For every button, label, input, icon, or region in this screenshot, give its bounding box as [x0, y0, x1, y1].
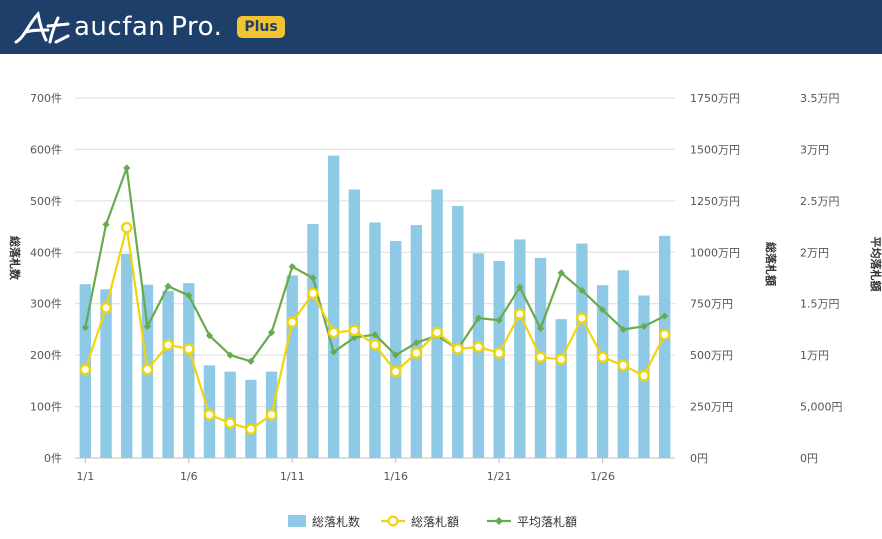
y-left-tick-label: 500件	[30, 195, 62, 208]
total-amount-point	[658, 328, 671, 341]
total-amount-point	[182, 343, 195, 355]
bar-total-count	[576, 243, 588, 458]
y-left-tick-label: 200件	[30, 349, 62, 362]
bar-total-count	[514, 239, 526, 458]
total-amount-point	[451, 343, 464, 355]
total-amount-point	[534, 351, 547, 364]
y-right1-tick-label: 1500万円	[690, 143, 740, 156]
total-amount-point	[286, 316, 299, 329]
legend-label: 総落札数	[312, 514, 360, 529]
y-right2-tick-label: 2.5万円	[800, 195, 840, 208]
bar-total-count	[431, 189, 443, 459]
bar-total-count	[658, 235, 671, 458]
avg-price-point	[102, 220, 110, 229]
y-right1-tick-label: 1250万円	[690, 195, 740, 208]
y-right1-tick-label: 500万円	[690, 349, 733, 362]
legend-swatch-marker	[387, 515, 399, 527]
total-amount-point	[120, 221, 133, 234]
legend-label: 総落札額	[411, 515, 459, 529]
total-amount-point	[245, 423, 257, 436]
total-amount-point	[224, 417, 236, 429]
y-right2-tick-label: 2万円	[800, 246, 829, 259]
x-tick-label: 1/6	[180, 470, 198, 483]
aucfan-logo-icon	[14, 10, 70, 44]
y-right1-tick-label: 1000万円	[690, 246, 740, 259]
y-right1-tick-label: 250万円	[690, 401, 733, 414]
x-tick-label: 1/21	[487, 470, 512, 483]
total-amount-point	[265, 408, 278, 421]
y-right2-tick-label: 1万円	[800, 349, 829, 362]
y-right2-axis-title: 平均落札額	[869, 237, 882, 292]
y-right1-axis-title: 総落札額	[764, 242, 778, 286]
y-right2-tick-label: 3万円	[800, 143, 829, 156]
total-amount-point	[638, 369, 650, 382]
total-amount-point	[389, 365, 402, 378]
total-amount-point	[162, 339, 174, 351]
total-amount-point	[327, 326, 340, 339]
legend-swatch-marker	[495, 517, 503, 525]
total-amount-point	[472, 341, 485, 353]
y-left-tick-label: 0件	[44, 452, 62, 465]
y-left-tick-label: 300件	[30, 298, 62, 311]
y-left-tick-label: 400件	[30, 246, 62, 259]
y-left-tick-label: 700件	[30, 92, 62, 105]
bar-total-count	[224, 371, 236, 458]
brand-name-text: aucfan	[74, 12, 166, 42]
y-left-tick-label: 100件	[30, 401, 62, 414]
total-amount-point	[307, 287, 319, 300]
legend-swatch-bar	[288, 515, 306, 527]
total-amount-point	[431, 326, 443, 339]
bar-total-count	[183, 283, 195, 458]
y-right1-tick-label: 1750万円	[690, 92, 740, 105]
total-amount-point	[141, 363, 154, 376]
legend-label: 平均落札額	[517, 515, 577, 529]
total-amount-point	[617, 359, 630, 372]
avg-price-point	[123, 164, 131, 172]
total-amount-point	[79, 363, 92, 376]
bar-total-count	[327, 155, 340, 458]
bar-total-count	[100, 289, 112, 458]
app-header: aucfan Pro. Plus	[0, 0, 882, 54]
y-left-tick-label: 600件	[30, 143, 62, 156]
total-amount-point	[410, 347, 423, 359]
brand-name: aucfan Pro.	[74, 11, 222, 43]
y-right2-tick-label: 0円	[800, 452, 818, 465]
total-amount-point	[348, 324, 361, 337]
plus-badge: Plus	[237, 16, 285, 38]
total-amount-point	[100, 302, 112, 314]
bar-total-count	[245, 379, 257, 458]
bar-total-count	[286, 275, 298, 458]
auction-chart: 0件 100件 200件 300件 400件 500件 600件 700件 0円 250万円 500…	[8, 92, 882, 529]
y-right2-tick-label: 1.5万円	[800, 298, 840, 311]
bar-total-count	[121, 253, 133, 458]
y-right2-tick-label: 5,000円	[800, 401, 843, 414]
y-right1-tick-label: 0円	[690, 452, 708, 465]
total-amount-point	[555, 353, 568, 366]
x-tick-label: 1/16	[383, 470, 408, 483]
y-left-axis-title: 総落札数	[8, 236, 22, 281]
bar-total-count	[348, 189, 360, 459]
total-amount-point	[203, 408, 216, 421]
x-tick-label: 1/1	[76, 470, 94, 483]
brand-suffix: Pro.	[171, 12, 223, 42]
bar-total-count	[307, 224, 319, 458]
bar-total-count	[390, 240, 402, 458]
x-tick-label: 1/11	[280, 470, 305, 483]
total-amount-point	[493, 347, 505, 359]
total-amount-point	[596, 351, 609, 364]
x-tick-label: 1/26	[590, 470, 615, 483]
total-amount-point	[514, 308, 526, 320]
bar-total-count	[452, 206, 464, 458]
bar-total-count	[162, 290, 174, 458]
y-right2-tick-label: 3.5万円	[800, 92, 840, 105]
total-amount-point	[576, 312, 588, 324]
bar-total-count	[493, 261, 505, 458]
bar-total-count	[555, 319, 567, 458]
bar-total-count	[472, 253, 485, 458]
total-amount-point	[369, 339, 381, 351]
y-right1-tick-label: 750万円	[690, 298, 733, 311]
